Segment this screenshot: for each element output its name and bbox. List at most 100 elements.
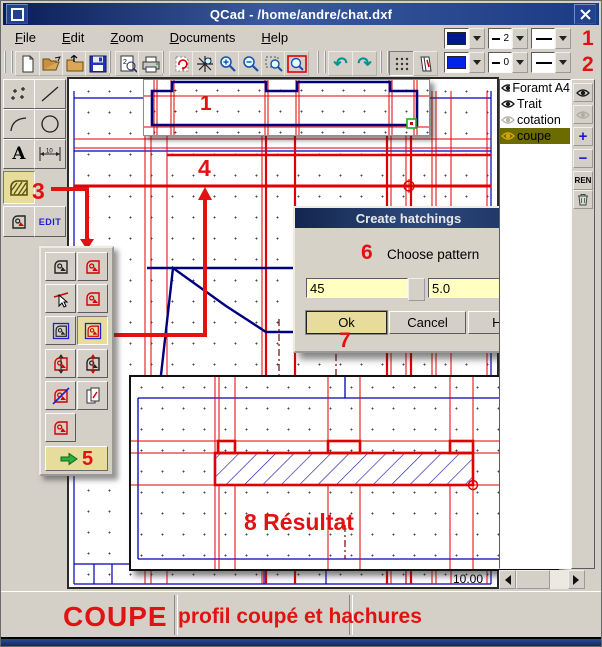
menu-edit[interactable]: Edit <box>60 29 86 46</box>
remove-layer-button[interactable]: − <box>573 149 593 168</box>
title-bar[interactable]: QCad - /home/andre/chat.dxf <box>3 3 599 25</box>
delete-layer-button[interactable] <box>573 190 593 209</box>
floppy-icon <box>89 55 107 73</box>
palette-hatch-region-button[interactable] <box>45 252 76 281</box>
palette-hatch-move-button[interactable] <box>45 349 76 378</box>
show-all-layers-button[interactable] <box>573 83 593 102</box>
circle-icon <box>40 114 60 134</box>
tool-line-button[interactable] <box>34 79 66 109</box>
print-preview-button[interactable]: 2 <box>115 51 140 76</box>
tool-polyline-edit-button[interactable] <box>3 206 35 237</box>
zoom-window-button[interactable] <box>261 51 286 76</box>
annotation-step-5: 5 <box>82 449 93 469</box>
tool-points-button[interactable] <box>3 79 35 109</box>
chevron-down-icon[interactable] <box>555 28 571 49</box>
eye-closed-icon[interactable] <box>501 115 515 125</box>
palette-hatch-region-red-button[interactable] <box>77 252 108 281</box>
tool-text-button[interactable]: A <box>3 139 35 169</box>
print-button[interactable] <box>138 51 163 76</box>
menu-help[interactable]: Help <box>259 29 290 46</box>
points-icon <box>9 85 29 103</box>
toolbar-grip[interactable] <box>317 51 326 73</box>
chevron-down-icon[interactable] <box>512 52 528 73</box>
zoom-previous-button[interactable] <box>284 51 309 76</box>
chevron-down-icon[interactable] <box>469 52 485 73</box>
add-layer-button[interactable]: + <box>573 127 593 146</box>
pen2-width-combo[interactable]: 0 <box>488 52 528 73</box>
palette-hatch-copy-button[interactable] <box>77 381 108 410</box>
eye-closed-icon <box>576 110 590 120</box>
status-bar: COUPE profil coupé et hachures <box>1 591 602 638</box>
palette-hatch-single-button[interactable] <box>45 413 76 442</box>
redraw-button[interactable] <box>169 51 194 76</box>
eye-icon[interactable] <box>501 131 515 141</box>
arc-icon <box>9 115 29 133</box>
undo-icon: ↶ <box>333 55 347 72</box>
layer-toolbar: + − REN <box>571 79 595 569</box>
palette-pick-boundary-button[interactable] <box>45 284 76 313</box>
window-menu-button[interactable] <box>6 4 28 24</box>
cancel-button[interactable]: Cancel <box>389 311 466 334</box>
scrollbar-thumb[interactable] <box>516 570 550 589</box>
palette-hatch-move-ref-button[interactable] <box>77 349 108 378</box>
pen2-style-combo[interactable] <box>531 52 571 73</box>
layer-row-cotation[interactable]: cotation <box>500 112 570 128</box>
save-button[interactable] <box>85 51 110 76</box>
undo-button[interactable]: ↶ <box>328 51 353 76</box>
eye-icon[interactable] <box>501 83 510 93</box>
tool-arc-button[interactable] <box>3 109 35 139</box>
pen1-style-sample <box>536 38 552 40</box>
inset-result: 8 Résultat <box>129 375 559 571</box>
grid-toggle-button[interactable] <box>389 51 414 76</box>
eye-icon[interactable] <box>501 99 515 109</box>
zoom-in-button[interactable] <box>215 51 240 76</box>
hatch-region-icon <box>51 257 71 277</box>
palette-hatch-delete-button[interactable] <box>45 381 76 410</box>
zoom-out-button[interactable] <box>238 51 263 76</box>
scrollbar-track[interactable] <box>550 570 568 589</box>
chevron-down-icon[interactable] <box>512 28 528 49</box>
palette-hatch-box-selected-button[interactable] <box>77 316 108 345</box>
horizontal-scrollbar[interactable] <box>499 570 585 589</box>
ok-label: Ok <box>338 315 355 330</box>
scroll-right-button[interactable] <box>568 570 585 589</box>
tool-hatch-button[interactable] <box>3 171 35 204</box>
menu-file[interactable]: File <box>13 29 38 46</box>
zoom-pan-button[interactable] <box>192 51 217 76</box>
rename-label: REN <box>575 176 592 185</box>
save-as-button[interactable] <box>62 51 87 76</box>
pattern-combo[interactable]: 45 <box>306 278 425 298</box>
menu-zoom[interactable]: Zoom <box>108 29 145 46</box>
scroll-left-button[interactable] <box>499 570 516 589</box>
palette-hatch-box-button[interactable] <box>45 316 76 345</box>
redo-button[interactable]: ↷ <box>352 51 377 76</box>
layer-row-coupe[interactable]: coupe <box>500 128 570 144</box>
chevron-down-icon[interactable] <box>555 52 571 73</box>
layer-list: Foramt A4 Trait cotation coupe <box>499 79 571 569</box>
new-file-button[interactable] <box>15 51 40 76</box>
pen2-color-combo[interactable] <box>444 52 485 73</box>
toolbar-grip[interactable] <box>380 51 389 73</box>
annotation-step-1-label: 1 <box>200 92 212 116</box>
toolbar-grip[interactable] <box>4 51 13 73</box>
layer-row-trait[interactable]: Trait <box>500 96 570 112</box>
next-step-button[interactable]: 5 <box>45 446 108 471</box>
pen1-color-combo[interactable] <box>444 28 485 49</box>
layer-row-format[interactable]: Foramt A4 <box>500 80 570 96</box>
palette-hatch-contour-button[interactable] <box>77 284 108 313</box>
edit-mode-button[interactable]: EDIT <box>34 206 66 237</box>
close-button[interactable] <box>574 4 596 24</box>
pen1-style-combo[interactable] <box>531 28 571 49</box>
layer-view-button[interactable] <box>413 51 438 76</box>
menu-documents[interactable]: Documents <box>168 29 238 46</box>
chevron-down-icon[interactable] <box>469 28 485 49</box>
plus-icon: + <box>579 129 588 144</box>
tool-dimension-button[interactable]: 10 <box>34 139 66 169</box>
hatch-move-icon <box>51 354 71 374</box>
pen1-width-combo[interactable]: 2 <box>488 28 528 49</box>
open-file-button[interactable] <box>39 51 64 76</box>
rename-layer-button[interactable]: REN <box>573 171 593 190</box>
window-title: QCad - /home/andre/chat.dxf <box>31 7 571 22</box>
tool-circle-button[interactable] <box>34 109 66 139</box>
hide-all-layers-button[interactable] <box>573 105 593 124</box>
